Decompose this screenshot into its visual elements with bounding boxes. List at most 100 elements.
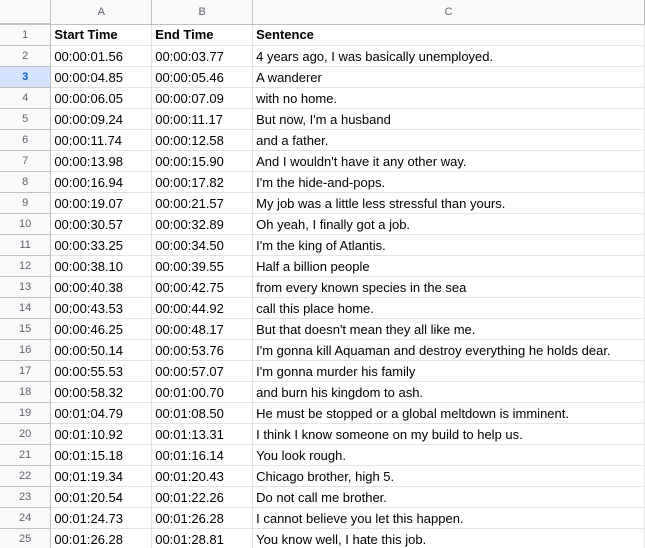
cell-sentence[interactable]: Chicago brother, high 5. bbox=[252, 465, 645, 487]
header-cell-sentence[interactable]: Sentence bbox=[252, 24, 645, 46]
header-cell-start-time[interactable]: Start Time bbox=[50, 24, 153, 46]
cell-end-time[interactable]: 00:00:53.76 bbox=[151, 339, 254, 361]
cell-end-time[interactable]: 00:01:00.70 bbox=[151, 381, 254, 403]
cell-sentence[interactable]: He must be stopped or a global meltdown … bbox=[252, 402, 645, 424]
row-header[interactable]: 23 bbox=[0, 486, 52, 508]
cell-end-time[interactable]: 00:00:21.57 bbox=[151, 192, 254, 214]
cell-start-time[interactable]: 00:00:46.25 bbox=[50, 318, 153, 340]
row-header[interactable]: 21 bbox=[0, 444, 52, 466]
cell-end-time[interactable]: 00:01:20.43 bbox=[151, 465, 254, 487]
cell-start-time[interactable]: 00:01:24.73 bbox=[50, 507, 153, 529]
cell-sentence[interactable]: But that doesn't mean they all like me. bbox=[252, 318, 645, 340]
cell-start-time[interactable]: 00:00:58.32 bbox=[50, 381, 153, 403]
row-header[interactable]: 5 bbox=[0, 108, 52, 130]
row-header[interactable]: 15 bbox=[0, 318, 52, 340]
cell-start-time[interactable]: 00:01:15.18 bbox=[50, 444, 153, 466]
cell-sentence[interactable]: and burn his kingdom to ash. bbox=[252, 381, 645, 403]
cell-end-time[interactable]: 00:00:32.89 bbox=[151, 213, 254, 235]
cell-sentence[interactable]: call this place home. bbox=[252, 297, 645, 319]
cell-sentence[interactable]: and a father. bbox=[252, 129, 645, 151]
cell-end-time[interactable]: 00:00:15.90 bbox=[151, 150, 254, 172]
select-all-corner[interactable] bbox=[0, 0, 52, 25]
cell-sentence[interactable]: from every known species in the sea bbox=[252, 276, 645, 298]
cell-start-time[interactable]: 00:01:20.54 bbox=[50, 486, 153, 508]
row-header[interactable]: 7 bbox=[0, 150, 52, 172]
column-header-a[interactable]: A bbox=[50, 0, 153, 25]
cell-start-time[interactable]: 00:00:33.25 bbox=[50, 234, 153, 256]
row-header[interactable]: 10 bbox=[0, 213, 52, 235]
cell-start-time[interactable]: 00:00:16.94 bbox=[50, 171, 153, 193]
cell-end-time[interactable]: 00:00:07.09 bbox=[151, 87, 254, 109]
cell-start-time[interactable]: 00:00:38.10 bbox=[50, 255, 153, 277]
cell-start-time[interactable]: 00:00:01.56 bbox=[50, 45, 153, 67]
header-cell-end-time[interactable]: End Time bbox=[151, 24, 254, 46]
cell-sentence[interactable]: I cannot believe you let this happen. bbox=[252, 507, 645, 529]
cell-sentence[interactable]: And I wouldn't have it any other way. bbox=[252, 150, 645, 172]
cell-start-time[interactable]: 00:00:19.07 bbox=[50, 192, 153, 214]
cell-end-time[interactable]: 00:00:44.92 bbox=[151, 297, 254, 319]
cell-start-time[interactable]: 00:01:19.34 bbox=[50, 465, 153, 487]
row-header[interactable]: 16 bbox=[0, 339, 52, 361]
row-header[interactable]: 2 bbox=[0, 45, 52, 67]
row-header[interactable]: 1 bbox=[0, 24, 52, 46]
cell-start-time[interactable]: 00:00:13.98 bbox=[50, 150, 153, 172]
cell-sentence[interactable]: Oh yeah, I finally got a job. bbox=[252, 213, 645, 235]
cell-start-time[interactable]: 00:00:06.05 bbox=[50, 87, 153, 109]
cell-end-time[interactable]: 00:01:28.81 bbox=[151, 528, 254, 548]
cell-start-time[interactable]: 00:00:09.24 bbox=[50, 108, 153, 130]
cell-sentence[interactable]: I'm gonna murder his family bbox=[252, 360, 645, 382]
cell-end-time[interactable]: 00:01:16.14 bbox=[151, 444, 254, 466]
row-header[interactable]: 22 bbox=[0, 465, 52, 487]
cell-start-time[interactable]: 00:00:55.53 bbox=[50, 360, 153, 382]
cell-start-time[interactable]: 00:00:50.14 bbox=[50, 339, 153, 361]
cell-end-time[interactable]: 00:00:05.46 bbox=[151, 66, 254, 88]
cell-end-time[interactable]: 00:00:39.55 bbox=[151, 255, 254, 277]
cell-start-time[interactable]: 00:00:43.53 bbox=[50, 297, 153, 319]
cell-sentence[interactable]: with no home. bbox=[252, 87, 645, 109]
cell-start-time[interactable]: 00:00:40.38 bbox=[50, 276, 153, 298]
cell-start-time[interactable]: 00:01:26.28 bbox=[50, 528, 153, 548]
cell-end-time[interactable]: 00:00:11.17 bbox=[151, 108, 254, 130]
cell-end-time[interactable]: 00:00:57.07 bbox=[151, 360, 254, 382]
row-header[interactable]: 6 bbox=[0, 129, 52, 151]
cell-sentence[interactable]: My job was a little less stressful than … bbox=[252, 192, 645, 214]
row-header[interactable]: 24 bbox=[0, 507, 52, 529]
cell-end-time[interactable]: 00:00:03.77 bbox=[151, 45, 254, 67]
row-header[interactable]: 3 bbox=[0, 66, 52, 88]
cell-end-time[interactable]: 00:01:26.28 bbox=[151, 507, 254, 529]
cell-end-time[interactable]: 00:01:08.50 bbox=[151, 402, 254, 424]
row-header[interactable]: 17 bbox=[0, 360, 52, 382]
cell-end-time[interactable]: 00:00:34.50 bbox=[151, 234, 254, 256]
cell-sentence[interactable]: I'm the hide-and-pops. bbox=[252, 171, 645, 193]
cell-end-time[interactable]: 00:01:22.26 bbox=[151, 486, 254, 508]
row-header[interactable]: 8 bbox=[0, 171, 52, 193]
row-header[interactable]: 12 bbox=[0, 255, 52, 277]
cell-end-time[interactable]: 00:00:42.75 bbox=[151, 276, 254, 298]
cell-sentence[interactable]: Half a billion people bbox=[252, 255, 645, 277]
row-header[interactable]: 4 bbox=[0, 87, 52, 109]
column-header-b[interactable]: B bbox=[151, 0, 254, 25]
column-header-c[interactable]: C bbox=[252, 0, 645, 25]
cell-start-time[interactable]: 00:01:04.79 bbox=[50, 402, 153, 424]
row-header[interactable]: 9 bbox=[0, 192, 52, 214]
cell-sentence[interactable]: I'm gonna kill Aquaman and destroy every… bbox=[252, 339, 645, 361]
cell-start-time[interactable]: 00:01:10.92 bbox=[50, 423, 153, 445]
cell-start-time[interactable]: 00:00:30.57 bbox=[50, 213, 153, 235]
cell-end-time[interactable]: 00:00:12.58 bbox=[151, 129, 254, 151]
row-header[interactable]: 11 bbox=[0, 234, 52, 256]
row-header[interactable]: 14 bbox=[0, 297, 52, 319]
row-header[interactable]: 25 bbox=[0, 528, 52, 548]
cell-start-time[interactable]: 00:00:04.85 bbox=[50, 66, 153, 88]
row-header[interactable]: 20 bbox=[0, 423, 52, 445]
cell-sentence[interactable]: But now, I'm a husband bbox=[252, 108, 645, 130]
cell-end-time[interactable]: 00:00:48.17 bbox=[151, 318, 254, 340]
cell-sentence[interactable]: 4 years ago, I was basically unemployed. bbox=[252, 45, 645, 67]
row-header[interactable]: 19 bbox=[0, 402, 52, 424]
cell-end-time[interactable]: 00:00:17.82 bbox=[151, 171, 254, 193]
cell-end-time[interactable]: 00:01:13.31 bbox=[151, 423, 254, 445]
row-header[interactable]: 18 bbox=[0, 381, 52, 403]
cell-sentence[interactable]: You know well, I hate this job. bbox=[252, 528, 645, 548]
row-header[interactable]: 13 bbox=[0, 276, 52, 298]
cell-start-time[interactable]: 00:00:11.74 bbox=[50, 129, 153, 151]
cell-sentence[interactable]: Do not call me brother. bbox=[252, 486, 645, 508]
